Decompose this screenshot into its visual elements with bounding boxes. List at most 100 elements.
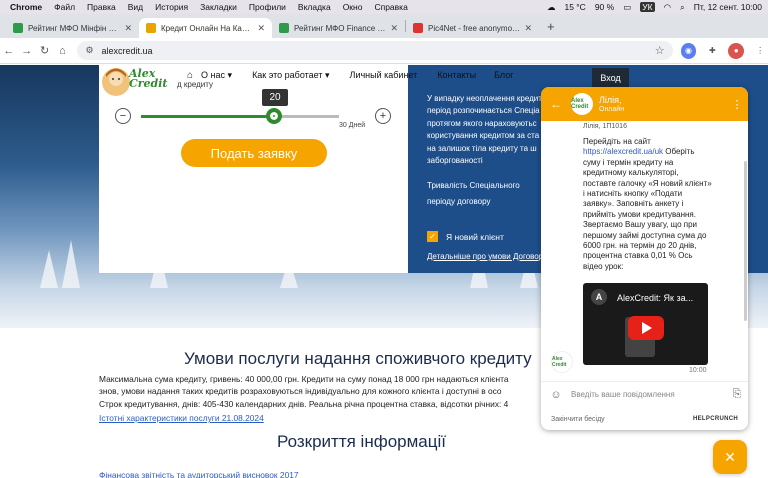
info-line: користування кредитом за ста (427, 131, 540, 141)
puzzle-icon[interactable]: ✚ (704, 42, 721, 59)
agent-name: Лілія, (599, 95, 622, 105)
menu-bookmarks[interactable]: Закладки (200, 2, 237, 12)
term-slider-track[interactable] (141, 115, 339, 118)
nav-cabinet[interactable]: Личный кабинет (350, 70, 418, 80)
close-icon[interactable]: ✕ (390, 23, 398, 34)
nav-about[interactable]: О нас ▾ (201, 70, 232, 81)
menu-app[interactable]: Chrome (10, 2, 42, 12)
chat-scrollbar[interactable] (744, 161, 747, 321)
battery-icon: ▭ (623, 1, 632, 12)
nav-how-label: Как это работает (252, 69, 323, 80)
close-chat-button[interactable]: ✕ (713, 440, 747, 474)
battery-status[interactable]: 90 % (595, 2, 614, 12)
login-button[interactable]: Вход (592, 68, 629, 88)
home-icon[interactable]: ⌂ (187, 70, 193, 81)
close-icon[interactable]: ✕ (257, 23, 265, 34)
site-info-icon[interactable]: ⚙ (85, 45, 93, 56)
emoji-icon[interactable]: ☺ (541, 389, 571, 401)
alexcredit-logo[interactable]: Alex Credit (99, 65, 179, 101)
terms-text: Максимальна сума кредиту, гривень: 40 00… (99, 373, 549, 410)
bookmark-star-icon[interactable]: ☆ (655, 44, 665, 57)
financial-report-link[interactable]: Фінансова звітність та аудиторський висн… (99, 470, 299, 478)
clock[interactable]: Пт, 12 сент. 10:00 (694, 2, 762, 12)
video-embed[interactable]: A AlexCredit: Як за... (583, 283, 708, 365)
increase-button[interactable]: + (375, 108, 391, 124)
profile-avatar[interactable]: ● (728, 42, 745, 59)
term-slider-fill (141, 115, 274, 118)
chat-input-row: ☺ Введіть ваше повідомлення ⎘ (541, 381, 748, 407)
home-icon[interactable]: ⌂ (54, 45, 72, 57)
url-text: alexcredit.ua (101, 45, 153, 56)
info-line: протягом якого нараховуютьс (427, 118, 537, 128)
tab-title: Рейтинг МФО Мінфін 2023- (28, 23, 121, 33)
nav-blog[interactable]: Блог (494, 70, 513, 80)
attach-icon[interactable]: ⎘ (726, 388, 748, 401)
menu-view[interactable]: Вид (128, 2, 143, 12)
nav-how-it-works[interactable]: Как это работает ▾ (252, 70, 329, 81)
weather-icon[interactable]: ☁ (547, 2, 556, 13)
reload-icon[interactable]: ↻ (36, 44, 54, 57)
message-text: Перейдіть на сайт https://alexcredit.ua/… (583, 137, 713, 272)
forward-icon[interactable]: → (18, 45, 36, 57)
search-icon[interactable]: ⌕ (680, 2, 685, 13)
duration-text: Тривалість Спеціального періоду договору (427, 178, 547, 210)
menu-edit[interactable]: Правка (87, 2, 116, 12)
chat-footer: Закінчити бесіду HELPCRUNCH (541, 409, 748, 429)
tab-title: Pic4Net - free anonymous im (428, 23, 521, 33)
tab-alexcredit[interactable]: Кредит Онлайн На Карту Ук ✕ (139, 18, 272, 38)
menu-window[interactable]: Окно (343, 2, 363, 12)
message-time: 10:00 (689, 367, 707, 374)
decrease-button[interactable]: − (115, 108, 131, 124)
duration-line: періоду договору (427, 197, 491, 206)
tab-minfin[interactable]: Рейтинг МФО Мінфін 2023- ✕ (6, 18, 139, 38)
checkbox-check-icon[interactable]: ✓ (427, 231, 438, 242)
info-text: У випадку неоплачення кредит період розп… (427, 93, 547, 167)
disclosure-heading: Розкриття інформації (277, 432, 446, 451)
snow-tree (40, 250, 58, 288)
max-days-label: 30 Дней (339, 122, 366, 129)
close-icon: ✕ (724, 448, 736, 465)
tab-favicon (413, 23, 423, 33)
more-menu-icon[interactable]: ⋮ (752, 42, 768, 59)
close-icon[interactable]: ✕ (524, 23, 532, 34)
play-icon[interactable] (628, 316, 664, 340)
end-chat-link[interactable]: Закінчити бесіду (551, 416, 605, 423)
menu-help[interactable]: Справка (374, 2, 407, 12)
avatar-text: Alex Credit (571, 98, 589, 110)
close-icon[interactable]: ✕ (124, 23, 132, 34)
message-link[interactable]: https://alexcredit.ua/uk (583, 147, 663, 156)
message-input[interactable]: Введіть ваше повідомлення (571, 390, 726, 399)
info-line: У випадку неоплачення кредит (427, 94, 542, 103)
brand-label: HELPCRUNCH (693, 416, 738, 422)
menu-profiles[interactable]: Профили (249, 2, 286, 12)
menu-file[interactable]: Файл (54, 2, 75, 12)
tab-pic4net[interactable]: Pic4Net - free anonymous im ✕ (406, 18, 539, 38)
back-icon[interactable]: ← (0, 45, 18, 57)
tab-finance[interactable]: Рейтинг МФО Finance З кв 2 ✕ (272, 18, 405, 38)
nav-contacts[interactable]: Контакты (437, 70, 476, 80)
tab-favicon (279, 23, 289, 33)
extension-icon[interactable]: ◉ (680, 42, 697, 59)
new-client-label: Я новий клієнт (446, 231, 504, 242)
chat-messages: Лілія, 1П1016 Перейдіть на сайт https://… (541, 121, 748, 376)
service-characteristics-link[interactable]: Істотні характеристики послуги 21.08.202… (99, 413, 264, 423)
chat-header: ← Alex Credit Лілія, Онлайн ⋮ (541, 87, 748, 121)
language-indicator[interactable]: УК (640, 2, 655, 12)
terms-line: знов, умови надання таких кредитів розра… (99, 386, 502, 397)
address-bar[interactable]: ⚙ alexcredit.ua ☆ (77, 41, 673, 60)
wifi-icon[interactable]: ◠ (664, 2, 671, 13)
apply-button[interactable]: Подать заявку (181, 139, 327, 167)
contract-details-link[interactable]: Детальніше про умови Договору (427, 252, 547, 261)
message-part: Перейдіть на сайт (583, 137, 651, 146)
new-client-checkbox[interactable]: ✓ Я новий клієнт (427, 231, 504, 242)
more-menu-icon[interactable]: ⋮ (726, 98, 748, 111)
term-slider-thumb[interactable] (266, 108, 282, 124)
nav-about-label: О нас (201, 69, 226, 80)
agent-status: Онлайн (599, 106, 625, 113)
terms-heading: Умови послуги надання споживчого кредиту (184, 349, 532, 368)
menu-history[interactable]: История (155, 2, 188, 12)
temperature: 15 °C (564, 2, 586, 12)
menu-tab[interactable]: Вкладка (298, 2, 331, 12)
new-tab-button[interactable]: + (547, 19, 555, 34)
back-arrow-icon[interactable]: ← (541, 97, 571, 111)
